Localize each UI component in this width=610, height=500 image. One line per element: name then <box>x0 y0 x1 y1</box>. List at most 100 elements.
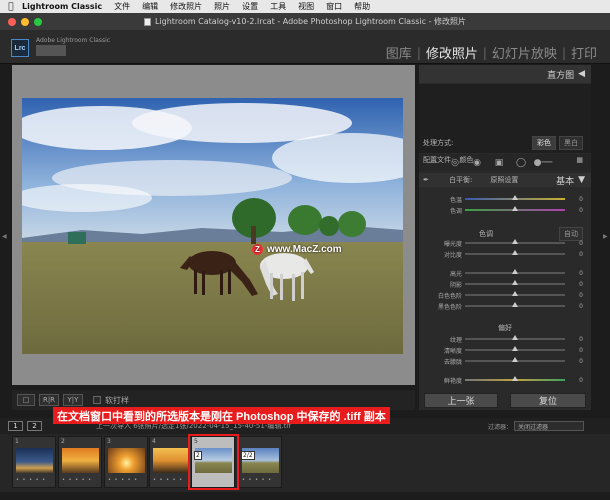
left-panel-toggle-icon[interactable]: ◀ <box>2 233 7 240</box>
exposure-value: 0 <box>579 239 583 247</box>
tint-label: 色调 <box>449 207 462 215</box>
module-develop[interactable]: 修改照片 <box>421 43 483 62</box>
window-controls <box>8 18 42 26</box>
right-panel-toggle-icon[interactable]: ▶ <box>603 233 608 240</box>
screen-1-button[interactable]: 1 <box>8 421 23 431</box>
slider-clarity[interactable]: 清晰度 0 <box>423 346 583 355</box>
thumb-stars: • • • • • <box>242 477 273 483</box>
compare-view-button[interactable]: R|R <box>39 394 59 406</box>
soft-proof-checkbox[interactable] <box>93 396 101 404</box>
vibrance-value: 0 <box>579 376 583 384</box>
collapse-triangle-icon[interactable]: ◀ <box>578 69 585 79</box>
texture-label: 纹理 <box>449 336 462 344</box>
slider-highlights[interactable]: 高光 0 <box>423 269 583 278</box>
menu-photo[interactable]: 照片 <box>214 1 230 12</box>
slider-dehaze[interactable]: 去朦胧 0 <box>423 357 583 366</box>
blacks-value: 0 <box>579 302 583 310</box>
filmstrip-thumb-1[interactable]: 1 • • • • • <box>12 436 56 488</box>
whites-label: 白色色阶 <box>437 292 462 300</box>
module-library[interactable]: 图库 <box>381 43 417 62</box>
thumb-number: 2 <box>61 438 65 445</box>
reset-button[interactable]: 复位 <box>510 393 586 408</box>
wb-value[interactable]: 原照设置 <box>490 175 518 185</box>
clarity-label: 清晰度 <box>443 347 462 355</box>
histogram-header[interactable]: 直方图 ◀ <box>419 65 591 83</box>
menu-window[interactable]: 窗口 <box>326 1 342 12</box>
right-panel: 直方图 ◀ ⋯ ◎ ◉ ▣ ◯ ●── 基本 ▼ 处理方式: 彩色 黑白 配置文… <box>419 65 591 410</box>
contrast-label: 对比度 <box>443 251 462 259</box>
wb-label: 白平衡: <box>449 176 473 184</box>
menu-app-name[interactable]: Lightroom Classic <box>22 2 102 11</box>
highlights-label: 高光 <box>449 270 462 278</box>
profile-browser-icon[interactable]: ▦ <box>576 156 583 164</box>
filter-label: 过滤器： <box>487 424 512 431</box>
top-panel: Lrc Adobe Lightroom Classic 图库 | 修改照片 | … <box>0 30 610 64</box>
thumb-number: 3 <box>107 438 111 445</box>
treatment-bw-button[interactable]: 黑白 <box>559 136 583 150</box>
eyedropper-icon[interactable]: ✒ <box>423 176 439 184</box>
slider-tint[interactable]: 色调 0 <box>423 206 583 215</box>
histogram-label: 直方图 <box>547 70 575 81</box>
watermark-text: www.MacZ.com <box>267 244 342 255</box>
thumbnail-image <box>62 448 99 473</box>
exposure-label: 曝光度 <box>443 240 462 248</box>
slider-whites[interactable]: 白色色阶 0 <box>423 291 583 300</box>
horses-photo: Z www.MacZ.com <box>22 98 403 354</box>
zoom-window-button[interactable] <box>34 18 42 26</box>
shadows-label: 阴影 <box>449 281 462 289</box>
tone-label: 色调 <box>479 230 493 238</box>
module-print[interactable]: 打印 <box>566 43 602 62</box>
slider-contrast[interactable]: 对比度 0 <box>423 250 583 259</box>
previous-button[interactable]: 上一张 <box>424 393 498 408</box>
filmstrip-thumb-4[interactable]: 4 • • • • • <box>149 436 193 488</box>
slider-texture[interactable]: 纹理 0 <box>423 335 583 344</box>
thumb-number: 4 <box>152 438 156 445</box>
loupe-view-icon[interactable]: □ <box>17 394 35 406</box>
filmstrip-thumb-2[interactable]: 2 • • • • • <box>58 436 102 488</box>
filmstrip-thumb-3[interactable]: 3 • • • • • <box>104 436 148 488</box>
stack-badge: 2/2 <box>241 451 255 460</box>
tint-value: 0 <box>579 206 583 214</box>
menu-tools[interactable]: 工具 <box>270 1 286 12</box>
menu-settings[interactable]: 设置 <box>242 1 258 12</box>
dehaze-label: 去朦胧 <box>443 358 462 366</box>
filmstrip: 1 • • • • • 2 • • • • • 3 • • • • • 4 • … <box>0 434 610 492</box>
menu-edit[interactable]: 编辑 <box>142 1 158 12</box>
filmstrip-thumb-6[interactable]: 2/2 • • • • • <box>238 436 282 488</box>
filter-select[interactable]: 关闭过滤器 <box>514 421 584 431</box>
lrc-logo: Lrc <box>11 39 29 57</box>
window-title-bar: Lightroom Catalog-v10-2.lrcat - Adobe Ph… <box>0 13 610 30</box>
treatment-row: 处理方式: 彩色 黑白 <box>423 136 583 150</box>
module-slideshow[interactable]: 幻灯片放映 <box>487 43 562 62</box>
close-window-button[interactable] <box>8 18 16 26</box>
thumb-number: 1 <box>15 438 19 445</box>
thumbnail-image <box>153 448 190 473</box>
clarity-value: 0 <box>579 346 583 354</box>
thumb-stars: • • • • • <box>62 477 93 483</box>
profile-value[interactable]: 颜色 <box>459 155 473 165</box>
apple-icon[interactable]:  <box>0 2 22 12</box>
slider-shadows[interactable]: 阴影 0 <box>423 280 583 289</box>
selection-highlight-box <box>188 434 239 490</box>
menu-develop[interactable]: 修改照片 <box>170 1 202 12</box>
slider-vibrance[interactable]: 鲜艳度 0 <box>423 376 583 385</box>
slider-blacks[interactable]: 黑色色阶 0 <box>423 302 583 311</box>
menu-help[interactable]: 帮助 <box>354 1 370 12</box>
window-title: Lightroom Catalog-v10-2.lrcat - Adobe Ph… <box>154 17 467 26</box>
menu-view[interactable]: 视图 <box>298 1 314 12</box>
menu-bar:  Lightroom Classic 文件 编辑 修改照片 照片 设置 工具 … <box>0 0 610 13</box>
menu-file[interactable]: 文件 <box>114 1 130 12</box>
thumb-stars: • • • • • <box>16 477 47 483</box>
dehaze-value: 0 <box>579 357 583 365</box>
whites-value: 0 <box>579 291 583 299</box>
before-after-button[interactable]: Y|Y <box>63 394 83 406</box>
minimize-window-button[interactable] <box>21 18 29 26</box>
brand-name: Adobe Lightroom Classic <box>36 37 111 44</box>
texture-value: 0 <box>579 335 583 343</box>
slider-temp[interactable]: 色温 0 <box>423 195 583 204</box>
screen-2-button[interactable]: 2 <box>27 421 42 431</box>
slider-exposure[interactable]: 曝光度 0 <box>423 239 583 248</box>
treatment-color-button[interactable]: 彩色 <box>532 136 556 150</box>
thumb-stars: • • • • • <box>153 477 184 483</box>
highlights-value: 0 <box>579 269 583 277</box>
